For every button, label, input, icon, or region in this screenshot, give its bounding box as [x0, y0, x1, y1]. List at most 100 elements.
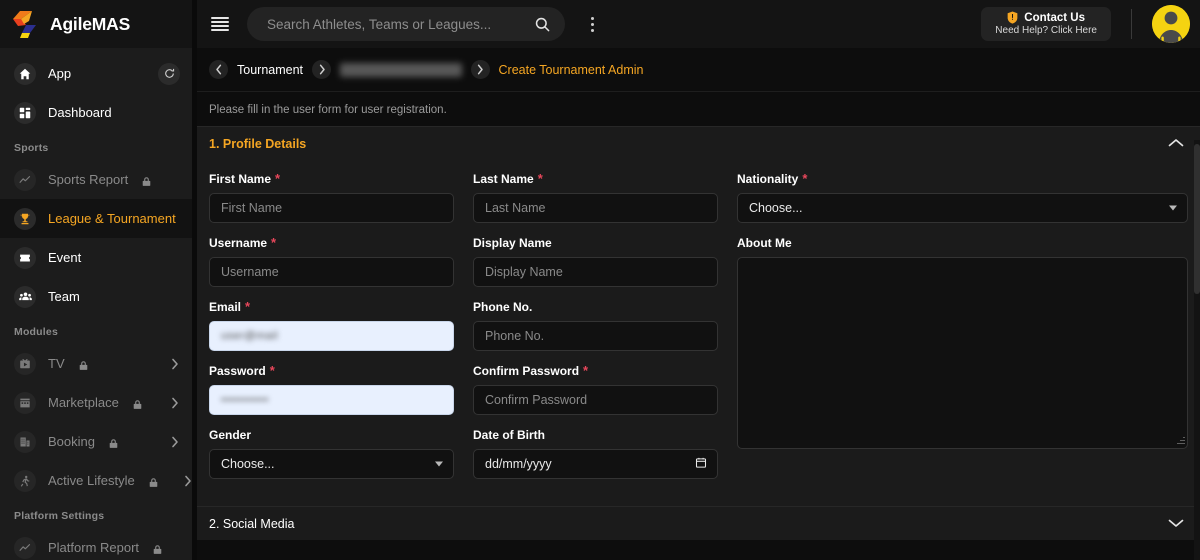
section-body-profile-details: First Name* Username* Email* — [197, 160, 1200, 506]
required-marker: * — [275, 175, 280, 183]
gender-select-value: Choose... — [221, 457, 275, 471]
sidebar-item-tv[interactable]: TV — [0, 344, 192, 383]
field-display-name: Display Name — [473, 236, 718, 287]
password-input[interactable]: ••••••••••• — [209, 385, 454, 415]
field-gender: Gender Choose... — [209, 428, 454, 479]
section-header-profile-details[interactable]: 1. Profile Details — [197, 126, 1200, 160]
refresh-icon[interactable] — [158, 63, 180, 85]
sidebar-item-platform-report[interactable]: Platform Report — [0, 528, 192, 560]
scrollbar-thumb[interactable] — [1194, 144, 1200, 294]
sidebar-group-modules: Modules — [0, 316, 192, 344]
field-nationality: Nationality* Choose... — [737, 172, 1188, 223]
date-of-birth-input[interactable]: dd/mm/yyyy — [473, 449, 718, 479]
chevron-right-icon — [183, 474, 192, 488]
section-title: 2. Social Media — [209, 517, 294, 531]
sidebar-item-label: Active Lifestyle — [48, 473, 135, 488]
section-header-social-media[interactable]: 2. Social Media — [197, 506, 1200, 540]
lock-icon — [148, 475, 159, 486]
people-icon — [14, 286, 36, 308]
contact-us-subtitle: Need Help? Click Here — [995, 25, 1097, 36]
breadcrumb-item-venue[interactable]: KL City Futsal Arena — [340, 63, 461, 77]
last-name-input[interactable] — [473, 193, 718, 223]
running-person-icon — [14, 470, 36, 492]
sidebar-item-label: Marketplace — [48, 395, 119, 410]
lock-icon — [78, 358, 89, 369]
brand-header[interactable]: AgileMAS — [0, 0, 192, 48]
search-icon[interactable] — [534, 16, 551, 33]
phone-input[interactable] — [473, 321, 718, 351]
caret-down-icon — [1169, 206, 1177, 211]
chevron-down-icon[interactable] — [1168, 515, 1184, 533]
confirm-password-input[interactable] — [473, 385, 718, 415]
main-area: Contact Us Need Help? Click Here To — [197, 0, 1200, 560]
search-bar[interactable] — [247, 7, 565, 41]
required-marker: * — [245, 303, 250, 311]
field-label: Email* — [209, 300, 454, 314]
field-label: Nationality* — [737, 172, 1188, 186]
sidebar-item-label: League & Tournament — [48, 211, 176, 226]
required-marker: * — [583, 367, 588, 375]
sidebar-item-label: Dashboard — [48, 105, 112, 120]
contact-us-button[interactable]: Contact Us Need Help? Click Here — [981, 7, 1111, 41]
required-marker: * — [271, 239, 276, 247]
search-input[interactable] — [265, 16, 526, 33]
field-label: Phone No. — [473, 300, 718, 314]
email-value-redacted: user@mail — [221, 322, 442, 350]
sidebar-item-sports-report[interactable]: Sports Report — [0, 160, 192, 199]
sidebar-item-marketplace[interactable]: Marketplace — [0, 383, 192, 422]
password-value-redacted: ••••••••••• — [221, 386, 442, 414]
hamburger-icon[interactable] — [211, 17, 229, 31]
sidebar-item-label: Event — [48, 250, 81, 265]
field-label: Gender — [209, 428, 454, 442]
sidebar-item-event[interactable]: Event — [0, 238, 192, 277]
username-input[interactable] — [209, 257, 454, 287]
field-label: Username* — [209, 236, 454, 250]
caret-down-icon — [435, 462, 443, 467]
user-avatar[interactable] — [1152, 5, 1190, 43]
sidebar-item-league-tournament[interactable]: League & Tournament — [0, 199, 192, 238]
building-icon — [14, 431, 36, 453]
chevron-right-icon — [312, 60, 331, 79]
nationality-select[interactable]: Choose... — [737, 193, 1188, 223]
breadcrumb-item-current: Create Tournament Admin — [499, 63, 644, 77]
field-password: Password* ••••••••••• — [209, 364, 454, 415]
field-first-name: First Name* — [209, 172, 454, 223]
field-username: Username* — [209, 236, 454, 287]
tv-icon — [14, 353, 36, 375]
form-column-right: Nationality* Choose... About Me — [737, 172, 1188, 492]
calendar-icon[interactable] — [695, 457, 707, 472]
topbar-divider — [1131, 9, 1132, 39]
home-icon — [14, 63, 36, 85]
breadcrumb-item-tournament[interactable]: Tournament — [237, 63, 303, 77]
email-input[interactable]: user@mail — [209, 321, 454, 351]
about-me-textarea[interactable] — [737, 257, 1188, 449]
trending-up-icon — [14, 169, 36, 191]
chevron-right-icon — [170, 435, 180, 449]
form-column-left: First Name* Username* Email* — [209, 172, 454, 492]
sidebar-item-team[interactable]: Team — [0, 277, 192, 316]
sidebar-item-app[interactable]: App — [0, 54, 192, 93]
ticket-icon — [14, 247, 36, 269]
sidebar-item-active-lifestyle[interactable]: Active Lifestyle — [0, 461, 192, 500]
field-label: Last Name* — [473, 172, 718, 186]
sidebar-item-label: TV — [48, 356, 65, 371]
field-email: Email* user@mail — [209, 300, 454, 351]
brand-name: AgileMAS — [50, 14, 130, 35]
display-name-input[interactable] — [473, 257, 718, 287]
chevron-left-icon[interactable] — [209, 60, 228, 79]
content-area: Please fill in the user form for user re… — [197, 92, 1200, 560]
sidebar-item-booking[interactable]: Booking — [0, 422, 192, 461]
field-date-of-birth: Date of Birth dd/mm/yyyy — [473, 428, 718, 479]
gender-select[interactable]: Choose... — [209, 449, 454, 479]
sidebar-item-dashboard[interactable]: Dashboard — [0, 93, 192, 132]
agilemas-logo-icon — [10, 8, 40, 40]
app-root: AgileMAS App — [0, 0, 1200, 560]
section-title: 1. Profile Details — [209, 137, 306, 151]
first-name-input[interactable] — [209, 193, 454, 223]
sidebar-group-sports: Sports — [0, 132, 192, 160]
field-label: Date of Birth — [473, 428, 718, 442]
nationality-select-value: Choose... — [749, 201, 803, 215]
chevron-up-icon[interactable] — [1168, 135, 1184, 153]
field-last-name: Last Name* — [473, 172, 718, 223]
more-vertical-icon[interactable] — [583, 13, 601, 35]
